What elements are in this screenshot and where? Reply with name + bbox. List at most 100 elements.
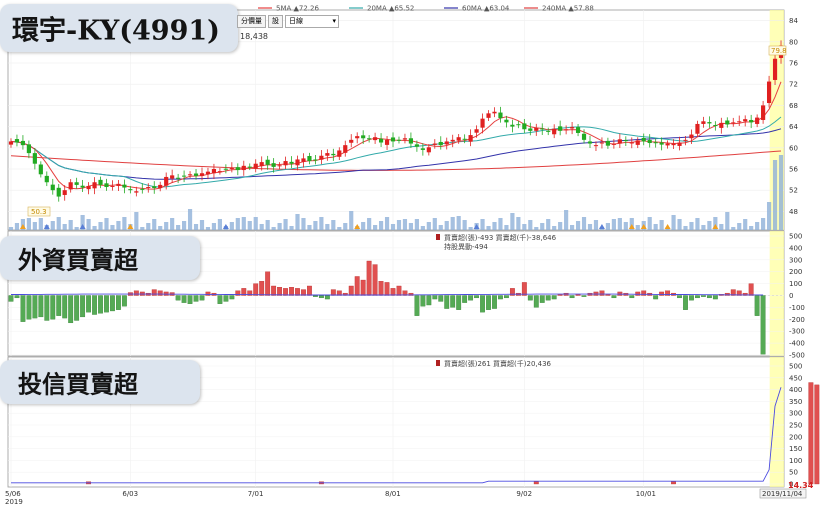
volume-bar <box>14 223 20 230</box>
candle-body <box>438 141 443 146</box>
foreign-bar <box>480 295 485 313</box>
volume-bar <box>176 225 181 230</box>
candle-body <box>253 163 258 169</box>
foreign-bar <box>312 295 318 297</box>
price-title-panel: 環宇-KY(4991) <box>0 4 238 52</box>
foreign-bar <box>390 288 396 296</box>
foreign-bar <box>265 271 271 296</box>
candle-body <box>38 164 43 175</box>
candle-body <box>390 137 396 142</box>
candle-body <box>593 145 599 147</box>
candle-body <box>182 175 187 177</box>
volume-bar <box>719 224 724 230</box>
volume-bar <box>390 224 396 230</box>
volume-bar <box>611 219 616 230</box>
foreign-bar <box>277 287 283 296</box>
volume-bar <box>689 222 694 230</box>
candle-body <box>581 133 587 140</box>
foreign-bar <box>426 295 432 306</box>
volume-readout: 18,438 <box>240 32 268 41</box>
foreign-bar <box>14 295 20 299</box>
candle-body <box>749 119 754 123</box>
foreign-bar <box>677 295 682 299</box>
volume-bar <box>552 226 557 230</box>
volume-bar <box>74 227 79 230</box>
volume-bar <box>349 211 354 230</box>
candle-body <box>725 120 730 125</box>
foreign-bar <box>187 295 193 304</box>
foreign-bar <box>468 295 474 301</box>
volume-bar <box>140 227 145 230</box>
volume-bar <box>289 226 294 230</box>
volume-bar <box>271 227 276 230</box>
candle-body <box>564 129 569 131</box>
volume-bar <box>199 220 205 230</box>
volume-bar <box>778 155 784 230</box>
candle-body <box>319 155 324 160</box>
volume-bar <box>396 220 402 230</box>
volume-bar <box>575 221 581 230</box>
volume-bar <box>8 227 14 230</box>
candle-body <box>146 187 151 189</box>
candle-body <box>420 148 425 150</box>
candle-body <box>575 127 581 133</box>
settings-button[interactable]: 設 <box>268 15 283 28</box>
candle-body <box>104 183 109 188</box>
volume-bar <box>277 223 282 230</box>
event-marker <box>19 224 26 229</box>
candle-body <box>456 137 461 141</box>
candle-body <box>444 141 449 145</box>
candle-body <box>235 167 240 171</box>
candle-body <box>522 123 527 130</box>
volume-bar <box>205 227 211 230</box>
candle-body <box>558 126 563 131</box>
volume-bar <box>402 219 408 230</box>
trust-y-tick: 300 <box>789 410 802 418</box>
volume-bar <box>325 224 330 230</box>
candle-body <box>68 182 73 190</box>
interval-select[interactable]: 日線 ▾ <box>285 15 339 28</box>
trust-y-tick: 450 <box>789 374 802 382</box>
volume-bar <box>749 226 754 230</box>
candle-body <box>701 121 706 124</box>
period-button[interactable]: 分價量 <box>237 15 266 28</box>
volume-bar <box>468 227 473 230</box>
candle-body <box>307 156 312 162</box>
foreign-bar <box>498 295 503 300</box>
candle-body <box>653 142 658 144</box>
price-y-tick: 60 <box>789 144 798 152</box>
foreign-bar <box>50 295 56 320</box>
candle-body <box>176 177 181 179</box>
price-y-tick: 64 <box>789 123 798 131</box>
volume-bar <box>522 224 527 230</box>
foreign-bar <box>438 295 444 302</box>
candle-body <box>414 144 419 147</box>
foreign-bar <box>80 295 86 318</box>
candle-body <box>516 124 521 126</box>
volume-bar <box>653 224 658 230</box>
foreign-y-tick: 500 <box>789 233 802 241</box>
volume-bar <box>743 219 748 230</box>
candle-body <box>468 135 473 142</box>
candle-body <box>510 124 515 127</box>
volume-bar <box>534 227 539 230</box>
candle-body <box>217 171 222 173</box>
candle-body <box>313 159 318 161</box>
candle-body <box>8 141 14 145</box>
foreign-bar <box>289 287 294 296</box>
price-y-tick: 84 <box>789 17 798 25</box>
foreign-y-tick: -500 <box>789 352 805 360</box>
candle-body <box>241 165 246 171</box>
foreign-bar <box>354 276 360 296</box>
foreign-bar <box>253 283 259 296</box>
foreign-bar <box>271 285 277 296</box>
candle-body <box>689 134 694 139</box>
candle-body <box>361 135 366 139</box>
volume-bar <box>677 219 682 230</box>
foreign-bar <box>121 295 127 307</box>
volume-bar <box>152 219 157 230</box>
last-day-highlight <box>769 231 784 356</box>
volume-bar <box>707 221 712 230</box>
volume-bar <box>731 227 736 230</box>
volume-bar <box>343 223 348 230</box>
